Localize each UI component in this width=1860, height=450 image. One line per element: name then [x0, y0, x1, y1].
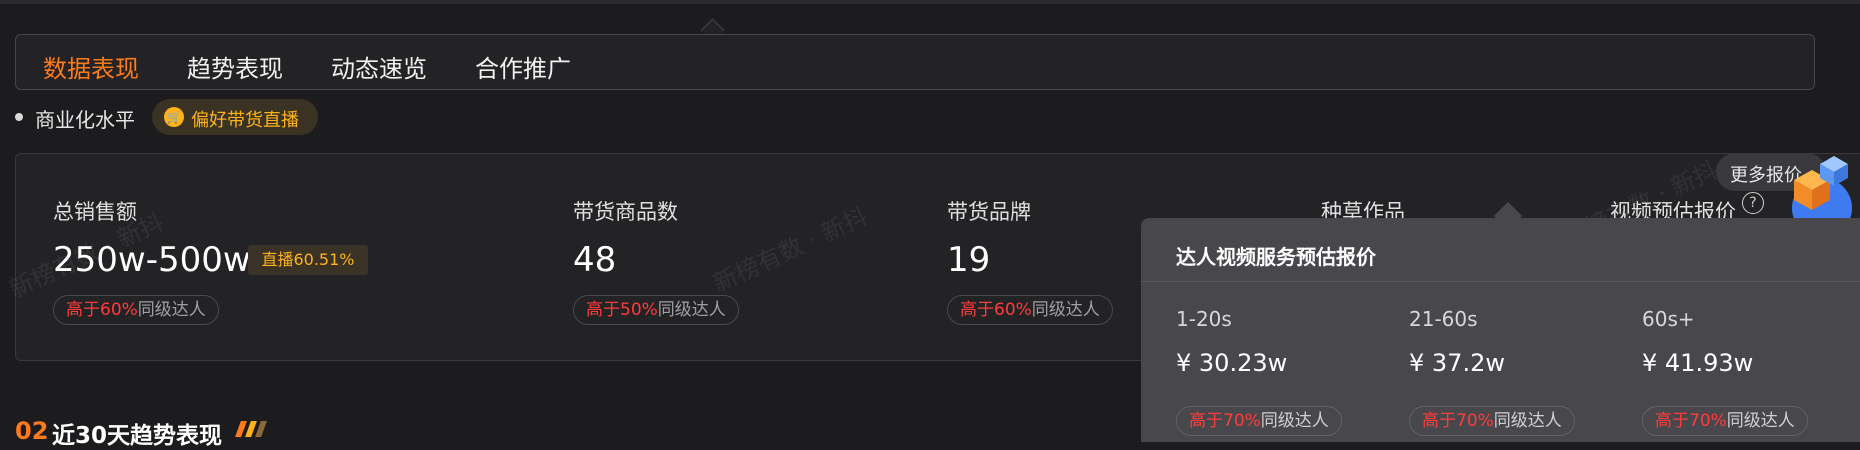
price-compare: 高于70%同级达人	[1176, 406, 1342, 436]
duration-label: 60s+	[1642, 307, 1695, 331]
section-title: 近30天趋势表现	[52, 423, 223, 449]
live-share-badge: 直播60.51%	[248, 245, 368, 275]
tab-bar: 数据表现 趋势表现 动态速览 合作推广	[15, 34, 1815, 90]
tab-data-performance[interactable]: 数据表现	[43, 49, 139, 84]
product-count-compare: 高于50%同级达人	[573, 295, 739, 325]
price-value: ¥ 41.93w	[1642, 349, 1754, 377]
section-number: 02	[15, 417, 49, 445]
total-sales-label: 总销售额	[53, 200, 137, 224]
product-count-label: 带货商品数	[573, 200, 678, 224]
help-icon[interactable]: ?	[1742, 192, 1764, 214]
popover-divider	[1141, 281, 1860, 282]
preference-tag-label: 偏好带货直播	[191, 110, 299, 131]
tab-cooperation-promotion[interactable]: 合作推广	[475, 49, 571, 84]
top-strip	[0, 0, 1860, 4]
duration-label: 21-60s	[1409, 307, 1478, 331]
price-value: ¥ 30.23w	[1176, 349, 1288, 377]
preference-tag: 🛒 偏好带货直播	[152, 99, 318, 135]
popover-title: 达人视频服务预估报价	[1176, 245, 1376, 269]
video-quote-popover: 达人视频服务预估报价 1-20s ¥ 30.23w 高于70%同级达人 21-6…	[1141, 218, 1860, 442]
watermark: 新榜有数 · 新抖	[708, 201, 873, 298]
commerce-level-label: 商业化水平	[35, 108, 135, 132]
tab-dynamic-overview[interactable]: 动态速览	[331, 49, 427, 84]
brand-count-compare: 高于60%同级达人	[947, 295, 1113, 325]
brand-count-label: 带货品牌	[947, 200, 1031, 224]
bullet-dot	[15, 113, 23, 121]
price-value: ¥ 37.2w	[1409, 349, 1505, 377]
price-compare: 高于70%同级达人	[1642, 406, 1808, 436]
price-compare: 高于70%同级达人	[1409, 406, 1575, 436]
total-sales-compare: 高于60%同级达人	[53, 295, 219, 325]
product-count-value: 48	[573, 240, 617, 280]
duration-label: 1-20s	[1176, 307, 1232, 331]
brand-count-value: 19	[947, 240, 991, 280]
title-deco-stripe	[255, 421, 267, 437]
tab-trend-performance[interactable]: 趋势表现	[187, 49, 283, 84]
cart-icon: 🛒	[164, 107, 184, 127]
total-sales-value: 250w-500w	[53, 240, 251, 280]
